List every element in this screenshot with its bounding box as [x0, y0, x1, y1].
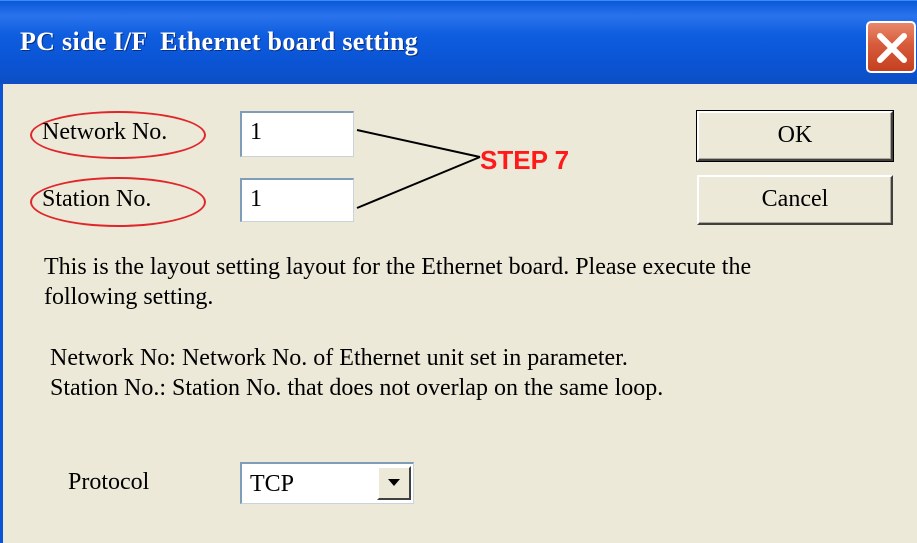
description-line: following setting. — [44, 284, 214, 310]
title-bar[interactable]: PC side I/F Ethernet board setting — [0, 0, 917, 84]
close-button[interactable] — [866, 21, 916, 73]
protocol-select[interactable]: TCP — [240, 462, 414, 504]
description-text: This is the layout setting layout for th… — [44, 252, 904, 312]
protocol-selected-value: TCP — [250, 471, 295, 497]
network-no-input[interactable]: 1 — [240, 111, 354, 157]
network-no-detail: Network No: Network No. of Ethernet unit… — [50, 345, 628, 371]
cancel-button[interactable]: Cancel — [697, 175, 893, 225]
station-no-detail: Station No.: Station No. that does not o… — [50, 375, 664, 401]
dialog-window: PC side I/F Ethernet board setting Netwo… — [0, 0, 917, 543]
description-line: This is the layout setting layout for th… — [44, 254, 752, 280]
field-details: Network No: Network No. of Ethernet unit… — [50, 343, 900, 403]
chevron-down-icon — [388, 479, 400, 486]
network-no-label: Network No. — [42, 119, 168, 145]
ok-button[interactable]: OK — [696, 110, 894, 162]
close-icon — [877, 33, 907, 63]
protocol-label: Protocol — [68, 469, 150, 495]
protocol-dropdown-button[interactable] — [377, 466, 411, 500]
step-annotation: STEP 7 — [480, 145, 570, 175]
station-no-label: Station No. — [42, 186, 152, 212]
window-title: PC side I/F Ethernet board setting — [20, 27, 419, 56]
station-no-input[interactable]: 1 — [240, 178, 354, 222]
